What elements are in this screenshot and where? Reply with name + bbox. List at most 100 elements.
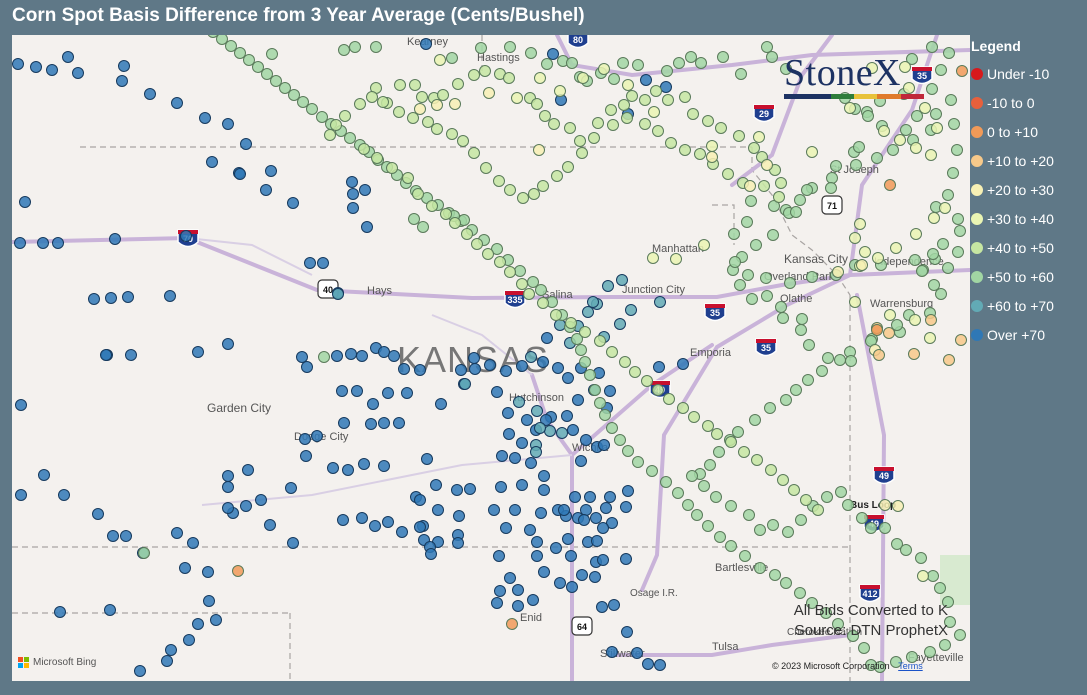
basis-marker[interactable] xyxy=(714,531,726,543)
basis-marker[interactable] xyxy=(287,537,299,549)
basis-marker[interactable] xyxy=(677,402,689,414)
basis-marker[interactable] xyxy=(356,350,368,362)
basis-marker[interactable] xyxy=(849,232,861,244)
basis-marker[interactable] xyxy=(574,135,586,147)
basis-marker[interactable] xyxy=(561,410,573,422)
basis-marker[interactable] xyxy=(252,61,264,73)
basis-marker[interactable] xyxy=(835,486,847,498)
basis-marker[interactable] xyxy=(576,569,588,581)
basis-marker[interactable] xyxy=(743,509,755,521)
basis-marker[interactable] xyxy=(639,94,651,106)
basis-marker[interactable] xyxy=(790,206,802,218)
basis-marker[interactable] xyxy=(604,385,616,397)
basis-marker[interactable] xyxy=(650,85,662,97)
basis-marker[interactable] xyxy=(629,366,641,378)
basis-marker[interactable] xyxy=(449,98,461,110)
basis-marker[interactable] xyxy=(780,577,792,589)
basis-marker[interactable] xyxy=(440,208,452,220)
basis-marker[interactable] xyxy=(420,38,432,50)
basis-marker[interactable] xyxy=(351,385,363,397)
basis-marker[interactable] xyxy=(316,111,328,123)
basis-marker[interactable] xyxy=(234,168,246,180)
basis-marker[interactable] xyxy=(777,474,789,486)
basis-marker[interactable] xyxy=(300,450,312,462)
basis-marker[interactable] xyxy=(538,470,550,482)
basis-marker[interactable] xyxy=(916,265,928,277)
basis-marker[interactable] xyxy=(449,217,461,229)
basis-marker[interactable] xyxy=(311,430,323,442)
basis-marker[interactable] xyxy=(541,332,553,344)
basis-marker[interactable] xyxy=(900,544,912,556)
basis-marker[interactable] xyxy=(504,266,516,278)
basis-marker[interactable] xyxy=(491,386,503,398)
basis-marker[interactable] xyxy=(425,548,437,560)
basis-marker[interactable] xyxy=(926,41,938,53)
basis-marker[interactable] xyxy=(414,103,426,115)
basis-marker[interactable] xyxy=(417,221,429,233)
basis-marker[interactable] xyxy=(452,537,464,549)
basis-marker[interactable] xyxy=(879,499,891,511)
basis-marker[interactable] xyxy=(606,422,618,434)
basis-marker[interactable] xyxy=(19,196,31,208)
basis-marker[interactable] xyxy=(572,394,584,406)
basis-marker[interactable] xyxy=(606,646,618,658)
basis-marker[interactable] xyxy=(587,296,599,308)
terms-link[interactable]: Terms xyxy=(898,661,923,671)
basis-marker[interactable] xyxy=(597,554,609,566)
basis-marker[interactable] xyxy=(538,484,550,496)
basis-marker[interactable] xyxy=(796,313,808,325)
basis-marker[interactable] xyxy=(552,362,564,374)
basis-marker[interactable] xyxy=(945,94,957,106)
basis-marker[interactable] xyxy=(670,253,682,265)
basis-marker[interactable] xyxy=(222,338,234,350)
basis-marker[interactable] xyxy=(939,639,951,651)
basis-marker[interactable] xyxy=(673,57,685,69)
basis-marker[interactable] xyxy=(192,346,204,358)
legend-item[interactable]: +30 to +40 xyxy=(971,204,1081,233)
basis-marker[interactable] xyxy=(426,200,438,212)
basis-marker[interactable] xyxy=(592,117,604,129)
basis-marker[interactable] xyxy=(261,68,273,80)
basis-marker[interactable] xyxy=(909,254,921,266)
basis-marker[interactable] xyxy=(37,237,49,249)
basis-marker[interactable] xyxy=(437,89,449,101)
basis-marker[interactable] xyxy=(452,78,464,90)
basis-marker[interactable] xyxy=(908,348,920,360)
basis-marker[interactable] xyxy=(679,144,691,156)
basis-marker[interactable] xyxy=(955,334,967,346)
basis-marker[interactable] xyxy=(715,122,727,134)
basis-marker[interactable] xyxy=(332,288,344,300)
basis-marker[interactable] xyxy=(952,213,964,225)
basis-marker[interactable] xyxy=(698,239,710,251)
basis-marker[interactable] xyxy=(741,216,753,228)
basis-marker[interactable] xyxy=(468,352,480,364)
basis-marker[interactable] xyxy=(359,184,371,196)
basis-marker[interactable] xyxy=(120,530,132,542)
basis-marker[interactable] xyxy=(845,355,857,367)
basis-marker[interactable] xyxy=(871,152,883,164)
basis-marker[interactable] xyxy=(434,54,446,66)
basis-marker[interactable] xyxy=(533,144,545,156)
basis-marker[interactable] xyxy=(790,384,802,396)
basis-marker[interactable] xyxy=(717,51,729,63)
basis-marker[interactable] xyxy=(234,47,246,59)
basis-marker[interactable] xyxy=(551,170,563,182)
basis-marker[interactable] xyxy=(878,125,890,137)
basis-marker[interactable] xyxy=(642,658,654,670)
basis-marker[interactable] xyxy=(662,94,674,106)
basis-marker[interactable] xyxy=(517,192,529,204)
basis-marker[interactable] xyxy=(677,358,689,370)
basis-marker[interactable] xyxy=(748,142,760,154)
basis-marker[interactable] xyxy=(754,562,766,574)
basis-marker[interactable] xyxy=(765,464,777,476)
basis-marker[interactable] xyxy=(954,225,966,237)
basis-marker[interactable] xyxy=(569,491,581,503)
basis-marker[interactable] xyxy=(894,134,906,146)
legend-item[interactable]: Under -10 xyxy=(971,59,1081,88)
basis-marker[interactable] xyxy=(924,646,936,658)
basis-marker[interactable] xyxy=(516,437,528,449)
basis-marker[interactable] xyxy=(550,542,562,554)
basis-marker[interactable] xyxy=(926,83,938,95)
basis-marker[interactable] xyxy=(710,491,722,503)
basis-marker[interactable] xyxy=(15,489,27,501)
